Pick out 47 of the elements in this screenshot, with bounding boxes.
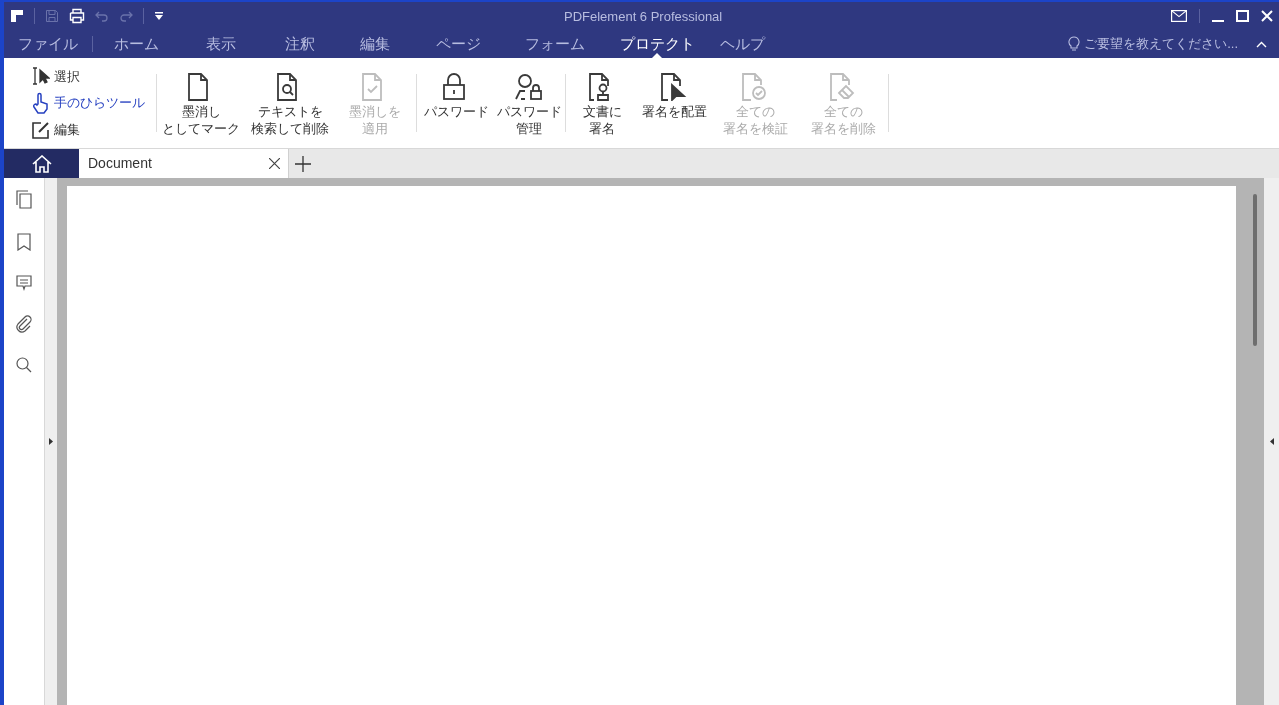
edit-icon [32, 120, 50, 139]
comment-icon[interactable] [16, 275, 32, 291]
user-lock-icon [515, 73, 543, 101]
bookmark-icon[interactable] [17, 233, 31, 251]
ribbon-button[interactable]: パスワード 管理 [494, 58, 564, 148]
search-icon[interactable] [16, 357, 32, 373]
paperclip-icon[interactable] [16, 315, 32, 333]
ribbon-button[interactable]: 署名を配置 [637, 58, 711, 148]
pages-icon[interactable] [16, 190, 32, 209]
menu-tab[interactable]: 編集 [337, 30, 413, 58]
document-eraser-icon [829, 73, 857, 101]
scrollbar-thumb[interactable] [1253, 194, 1257, 346]
window-title: PDFelement 6 Professional [564, 8, 723, 26]
lightbulb-icon [1068, 36, 1081, 52]
menu-tab[interactable]: 表示 [179, 30, 263, 58]
print-icon[interactable] [69, 8, 85, 24]
collapse-ribbon-icon[interactable] [1256, 40, 1267, 48]
ribbon-button[interactable]: 墨消し としてマーク [157, 58, 245, 148]
dropdown-icon[interactable] [154, 11, 164, 21]
ribbon-button[interactable]: 文書に 署名 [567, 58, 637, 148]
menu-tab[interactable]: ホーム [93, 30, 179, 58]
hand-icon [32, 92, 50, 114]
document-pointer-icon [660, 73, 688, 101]
tool-button[interactable]: 手のひらツール [32, 92, 156, 114]
ribbon-button[interactable]: パスワード [418, 58, 494, 148]
tool-button[interactable]: 選択 [32, 66, 156, 86]
menu-tab[interactable]: ページ [413, 30, 503, 58]
close-tab-icon[interactable] [269, 158, 280, 169]
collapse-panel-icon[interactable] [1269, 438, 1274, 445]
menu-tab[interactable]: 注釈 [263, 30, 337, 58]
home-tab[interactable] [4, 149, 79, 178]
feedback-prompt[interactable]: ご要望を教えてください... [1084, 34, 1238, 54]
menu-tab[interactable]: フォーム [503, 30, 607, 58]
maximize-icon[interactable] [1236, 10, 1249, 22]
document-tab[interactable]: Document [79, 149, 289, 178]
select-cursor-icon [32, 67, 50, 86]
home-icon [31, 154, 52, 173]
tool-button[interactable]: 編集 [32, 120, 156, 140]
ribbon-button[interactable]: テキストを 検索して削除 [245, 58, 335, 148]
close-icon[interactable] [1261, 10, 1273, 22]
document-check-circle-icon [741, 73, 769, 101]
mail-icon[interactable] [1171, 10, 1187, 22]
new-tab-icon[interactable] [295, 155, 311, 172]
menu-tab[interactable]: ヘルプ [707, 30, 777, 58]
expand-panel-icon[interactable] [49, 438, 53, 445]
app-logo-icon [10, 9, 24, 23]
menu-tab[interactable]: ファイル [4, 30, 92, 58]
